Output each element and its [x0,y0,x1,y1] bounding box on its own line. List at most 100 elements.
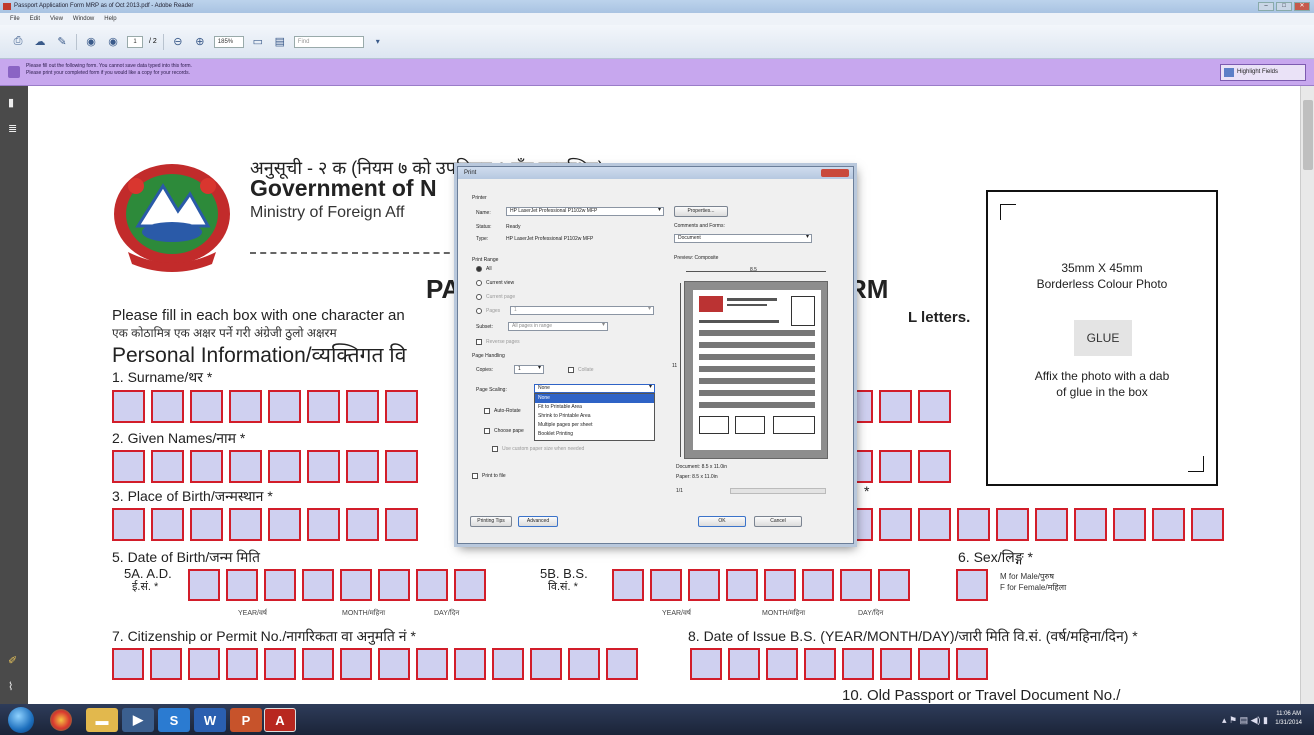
skype-icon[interactable]: S [158,708,190,732]
page-scaling-select[interactable]: None [534,384,655,393]
fit-page-icon[interactable]: ▭ [250,35,266,49]
char-box[interactable] [1074,508,1107,541]
sign-icon[interactable]: ✎ [54,35,70,49]
char-box[interactable] [416,569,448,601]
char-box[interactable] [190,508,223,541]
current-view-radio[interactable] [476,280,482,286]
char-box[interactable] [229,508,262,541]
char-box[interactable] [112,648,144,680]
next-page-icon[interactable]: ◉ [105,35,121,49]
scaling-option[interactable]: Fit to Printable Area [535,403,654,412]
char-box[interactable] [346,508,379,541]
char-box[interactable] [112,450,145,483]
char-box[interactable] [112,390,145,423]
find-input[interactable]: Find [293,35,364,48]
char-box[interactable] [764,569,796,601]
char-box[interactable] [150,648,182,680]
close-button[interactable]: ✕ [1294,2,1310,11]
scaling-option[interactable]: Multiple pages per sheet [535,421,654,430]
powerpoint-icon[interactable]: P [230,708,262,732]
char-box[interactable] [840,569,872,601]
auto-rotate-checkbox[interactable] [484,408,490,414]
system-clock[interactable]: 11:06 AM 1/31/2014 [1275,710,1302,728]
menu-window[interactable]: Window [73,13,94,25]
collate-checkbox[interactable] [568,367,574,373]
zoom-in-icon[interactable]: ⊕ [192,35,208,49]
printer-name-select[interactable]: HP LaserJet Professional P1102w MFP [506,207,664,216]
printing-tips-button[interactable]: Printing Tips [470,516,512,527]
find-dropdown-icon[interactable]: ▾ [370,35,386,49]
char-box[interactable] [340,569,372,601]
char-box[interactable] [918,390,951,423]
highlight-fields-button[interactable]: Highlight Fields [1220,64,1306,81]
char-box[interactable] [918,508,951,541]
pages-icon[interactable]: ▮ [8,96,20,109]
subset-select[interactable]: All pages in range [508,322,608,331]
char-box[interactable] [956,569,988,601]
share-icon[interactable]: ☁ [32,35,48,49]
char-box[interactable] [918,450,951,483]
char-box[interactable] [879,450,912,483]
pages-radio[interactable] [476,308,482,314]
adobe-reader-taskbar-icon[interactable]: A [264,708,296,732]
menu-file[interactable]: File [10,13,20,25]
menu-view[interactable]: View [50,13,63,25]
char-box[interactable] [229,450,262,483]
char-box[interactable] [802,569,834,601]
char-box[interactable] [878,569,910,601]
prev-page-icon[interactable]: ◉ [83,35,99,49]
char-box[interactable] [880,648,912,680]
char-box[interactable] [416,648,448,680]
char-box[interactable] [264,648,296,680]
char-box[interactable] [378,569,410,601]
start-button[interactable] [8,707,34,733]
dialog-close-button[interactable] [821,169,849,177]
char-box[interactable] [346,450,379,483]
char-box[interactable] [842,648,874,680]
char-box[interactable] [385,450,418,483]
menu-help[interactable]: Help [104,13,116,25]
signatures-icon[interactable]: ✐ [8,654,20,667]
char-box[interactable] [302,648,334,680]
custom-paper-checkbox[interactable] [492,446,498,452]
char-box[interactable] [879,508,912,541]
scaling-option[interactable]: Booklet Printing [535,430,654,439]
char-box[interactable] [568,648,600,680]
file-explorer-icon[interactable]: ▬ [86,708,118,732]
char-box[interactable] [1191,508,1224,541]
attachment-clip-icon[interactable]: ⌇ [8,680,20,693]
char-box[interactable] [688,569,720,601]
comments-forms-select[interactable]: Document [674,234,812,243]
ok-button[interactable]: OK [698,516,746,527]
properties-button[interactable]: Properties... [674,206,728,217]
zoom-select[interactable]: 185% [213,35,244,48]
char-box[interactable] [957,508,990,541]
char-box[interactable] [188,648,220,680]
scaling-option[interactable]: None [535,394,654,403]
current-page-radio[interactable] [476,294,482,300]
char-box[interactable] [226,569,258,601]
char-box[interactable] [190,450,223,483]
char-box[interactable] [606,648,638,680]
minimize-button[interactable]: – [1258,2,1274,11]
char-box[interactable] [1113,508,1146,541]
char-box[interactable] [151,508,184,541]
char-box[interactable] [268,450,301,483]
char-box[interactable] [492,648,524,680]
char-box[interactable] [996,508,1029,541]
page-slider[interactable] [730,488,826,494]
char-box[interactable] [302,569,334,601]
char-box[interactable] [728,648,760,680]
char-box[interactable] [530,648,562,680]
reverse-pages-checkbox[interactable] [476,339,482,345]
attachments-icon[interactable]: ≣ [8,122,20,135]
char-box[interactable] [454,648,486,680]
char-box[interactable] [151,390,184,423]
menu-edit[interactable]: Edit [30,13,40,25]
char-box[interactable] [112,508,145,541]
zoom-out-icon[interactable]: ⊖ [170,35,186,49]
char-box[interactable] [268,508,301,541]
char-box[interactable] [804,648,836,680]
char-box[interactable] [690,648,722,680]
all-radio[interactable] [476,266,482,272]
